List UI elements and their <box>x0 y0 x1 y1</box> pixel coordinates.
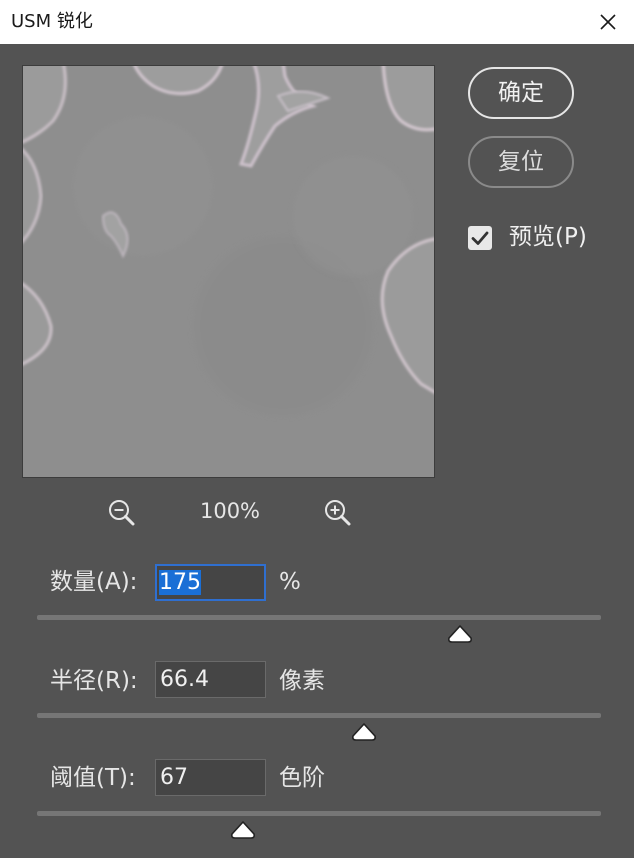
usm-sharpen-dialog: USM 锐化 确定 复位 预览(P) 100% 数量(A): 175 % 半径(… <box>0 0 634 858</box>
amount-slider-track[interactable] <box>37 615 601 620</box>
preview-pane[interactable] <box>22 65 435 478</box>
zoom-out-button[interactable] <box>107 498 137 528</box>
zoom-out-icon <box>109 500 135 526</box>
threshold-slider-thumb[interactable] <box>230 820 256 840</box>
close-icon <box>600 14 616 30</box>
threshold-input[interactable]: 67 <box>155 759 266 796</box>
threshold-value: 67 <box>160 765 188 790</box>
amount-unit: % <box>279 569 301 595</box>
window-title: USM 锐化 <box>11 11 93 32</box>
threshold-unit: 色阶 <box>279 765 325 791</box>
radius-slider-thumb[interactable] <box>351 722 377 742</box>
preview-image <box>23 66 434 477</box>
ok-button[interactable]: 确定 <box>468 67 574 119</box>
amount-slider-thumb[interactable] <box>447 624 473 644</box>
radius-value: 66.4 <box>160 667 209 692</box>
title-bar[interactable]: USM 锐化 <box>0 0 634 44</box>
check-icon <box>471 231 489 245</box>
threshold-label: 阈值(T): <box>50 765 136 791</box>
amount-value: 175 <box>159 570 201 595</box>
amount-input[interactable]: 175 <box>155 564 266 601</box>
zoom-level: 100% <box>199 499 261 523</box>
reset-button[interactable]: 复位 <box>468 136 574 188</box>
preview-checkbox[interactable] <box>468 226 492 250</box>
close-button[interactable] <box>592 6 624 38</box>
radius-input[interactable]: 66.4 <box>155 661 266 698</box>
threshold-slider-track[interactable] <box>37 811 601 816</box>
amount-label: 数量(A): <box>50 569 138 595</box>
preview-checkbox-label[interactable]: 预览(P) <box>509 222 587 252</box>
radius-unit: 像素 <box>279 668 325 694</box>
zoom-in-button[interactable] <box>323 498 353 528</box>
radius-label: 半径(R): <box>50 668 138 694</box>
zoom-in-icon <box>325 500 351 526</box>
radius-slider-track[interactable] <box>37 713 601 718</box>
